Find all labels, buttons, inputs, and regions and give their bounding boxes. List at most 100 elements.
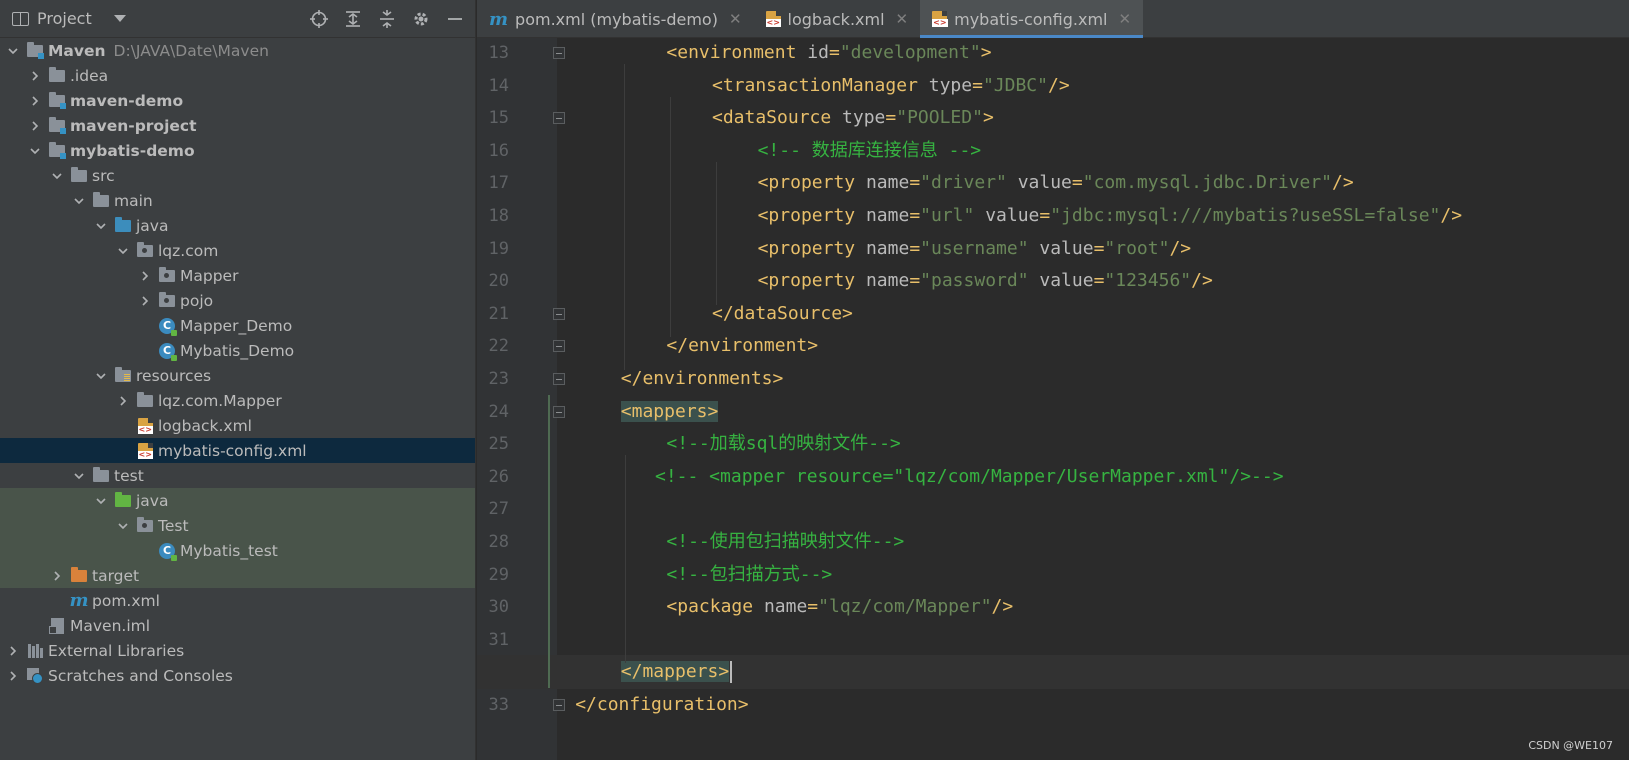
- tree-item-maven[interactable]: Maven D:\JAVA\Date\Maven: [0, 38, 475, 63]
- tree-item-label: test: [114, 466, 144, 485]
- tree-item-lqz-com[interactable]: lqz.com: [0, 238, 475, 263]
- tree-item-mapper[interactable]: Mapper: [0, 263, 475, 288]
- code-line[interactable]: <!--使用包扫描映射文件-->: [477, 525, 1629, 559]
- tree-item-pom-xml[interactable]: m pom.xml: [0, 588, 475, 613]
- chevron-down-icon[interactable]: [116, 244, 130, 258]
- tree-item-label: java: [136, 216, 169, 235]
- code-line[interactable]: <!--加载sql的映射文件-->: [477, 427, 1629, 461]
- gear-icon[interactable]: [411, 9, 431, 29]
- minimize-icon[interactable]: [445, 9, 465, 29]
- editor-tab-bar: m pom.xml (mybatis-demo) ✕ logback.xml ✕…: [477, 0, 1629, 38]
- chevron-right-icon[interactable]: [28, 69, 42, 83]
- chevron-down-icon[interactable]: [50, 169, 64, 183]
- tree-item-mapper-demo[interactable]: C Mapper_Demo: [0, 313, 475, 338]
- code-line[interactable]: </environments>: [477, 362, 1629, 396]
- tree-item-maven-demo[interactable]: maven-demo: [0, 88, 475, 113]
- folder-icon: [92, 466, 110, 484]
- tree-item-external-libraries[interactable]: External Libraries: [0, 638, 475, 663]
- code-line[interactable]: [477, 623, 1629, 657]
- tree-item-lqz-com-mapper[interactable]: lqz.com.Mapper: [0, 388, 475, 413]
- code-token: =: [807, 596, 819, 618]
- code-line[interactable]: <!--包扫描方式-->: [477, 558, 1629, 592]
- code-line[interactable]: <property name="username" value="root"/>: [477, 232, 1629, 266]
- chevron-down-icon[interactable]: [113, 15, 126, 22]
- code-token: value: [1028, 237, 1094, 259]
- collapse-all-icon[interactable]: [377, 9, 397, 29]
- chevron-down-icon[interactable]: [94, 219, 108, 233]
- code-line[interactable]: <!-- 数据库连接信息 -->: [477, 134, 1629, 168]
- code-line[interactable]: <property name="password" value="123456"…: [477, 264, 1629, 298]
- expand-all-icon[interactable]: [343, 9, 363, 29]
- tree-item-resources[interactable]: resources: [0, 363, 475, 388]
- tab-mybatis-config-xml[interactable]: mybatis-config.xml ✕: [920, 0, 1144, 38]
- code-line[interactable]: <mappers>: [477, 395, 1629, 429]
- code-line[interactable]: <package name="lqz/com/Mapper"/>: [477, 590, 1629, 624]
- project-view-selector[interactable]: Project: [12, 9, 309, 28]
- code-editor[interactable]: 1314151617181920212223242526272829303132…: [477, 38, 1629, 760]
- tree-item-java[interactable]: java: [0, 213, 475, 238]
- tree-item-mybatis-demo-class[interactable]: C Mybatis_Demo: [0, 338, 475, 363]
- chevron-right-icon[interactable]: [6, 644, 20, 658]
- tab-pom-xml[interactable]: m pom.xml (mybatis-demo) ✕: [477, 0, 754, 38]
- tree-item-mybatis-config-xml[interactable]: mybatis-config.xml: [0, 438, 475, 463]
- code-line[interactable]: <transactionManager type="JDBC"/>: [477, 69, 1629, 103]
- code-line[interactable]: <property name="url" value="jdbc:mysql:/…: [477, 199, 1629, 233]
- code-token: <property: [757, 270, 866, 292]
- tree-item-main[interactable]: main: [0, 188, 475, 213]
- tab-logback-xml[interactable]: logback.xml ✕: [754, 0, 921, 38]
- tree-item-label: src: [92, 166, 115, 185]
- chevron-down-icon[interactable]: [94, 494, 108, 508]
- tree-item-label: main: [114, 191, 153, 210]
- tree-item-maven-iml[interactable]: Maven.iml: [0, 613, 475, 638]
- tree-item-test[interactable]: test: [0, 463, 475, 488]
- tree-item-mybatis-test[interactable]: C Mybatis_test: [0, 538, 475, 563]
- chevron-right-icon[interactable]: [116, 394, 130, 408]
- chevron-right-icon[interactable]: [6, 669, 20, 683]
- code-line[interactable]: </environment>: [477, 329, 1629, 363]
- code-line[interactable]: </configuration>: [477, 688, 1629, 722]
- tree-item-src[interactable]: src: [0, 163, 475, 188]
- code-line[interactable]: </dataSource>: [477, 297, 1629, 331]
- code-line[interactable]: <property name="driver" value="com.mysql…: [477, 166, 1629, 200]
- chevron-down-icon[interactable]: [94, 369, 108, 383]
- code-line[interactable]: <!-- <mapper resource="lqz/com/Mapper/Us…: [477, 460, 1629, 494]
- close-icon[interactable]: ✕: [896, 10, 909, 28]
- code-line[interactable]: [477, 492, 1629, 526]
- tree-item-pojo[interactable]: pojo: [0, 288, 475, 313]
- code-line[interactable]: <environment id="development">: [477, 38, 1629, 70]
- chevron-right-icon[interactable]: [28, 119, 42, 133]
- code-token: =: [1071, 172, 1083, 194]
- code-line[interactable]: <dataSource type="POOLED">: [477, 101, 1629, 135]
- chevron-right-icon[interactable]: [28, 94, 42, 108]
- locate-icon[interactable]: [309, 9, 329, 29]
- tree-item-idea[interactable]: .idea: [0, 63, 475, 88]
- tree-item-test-java[interactable]: java: [0, 488, 475, 513]
- tree-item-mybatis-demo[interactable]: mybatis-demo: [0, 138, 475, 163]
- tree-item-target[interactable]: target: [0, 563, 475, 588]
- tree-item-scratches[interactable]: Scratches and Consoles: [0, 663, 475, 688]
- chevron-right-icon[interactable]: [50, 569, 64, 583]
- tree-item-test-package[interactable]: Test: [0, 513, 475, 538]
- close-icon[interactable]: ✕: [729, 10, 742, 28]
- chevron-down-icon[interactable]: [28, 144, 42, 158]
- code-token: =: [1093, 270, 1105, 292]
- code-token: <property: [757, 172, 866, 194]
- code-line[interactable]: </mappers>: [477, 655, 1629, 690]
- chevron-right-icon[interactable]: [138, 269, 152, 283]
- code-token: "123456": [1104, 270, 1192, 292]
- tree-item-label: mybatis-config.xml: [158, 441, 307, 460]
- tree-item-logback-xml[interactable]: logback.xml: [0, 413, 475, 438]
- code-token: "jdbc:mysql:///mybatis?useSSL=false": [1050, 205, 1441, 226]
- tab-label: mybatis-config.xml: [954, 9, 1108, 29]
- library-icon: [26, 643, 44, 659]
- chevron-down-icon[interactable]: [72, 194, 86, 208]
- code-token: "root": [1104, 237, 1170, 259]
- chevron-down-icon[interactable]: [6, 44, 20, 58]
- folder-icon: [48, 66, 66, 84]
- chevron-down-icon[interactable]: [116, 519, 130, 533]
- chevron-right-icon[interactable]: [138, 294, 152, 308]
- close-icon[interactable]: ✕: [1119, 10, 1132, 28]
- chevron-down-icon[interactable]: [72, 469, 86, 483]
- tree-item-maven-project[interactable]: maven-project: [0, 113, 475, 138]
- tree-item-label: maven-demo: [70, 91, 184, 110]
